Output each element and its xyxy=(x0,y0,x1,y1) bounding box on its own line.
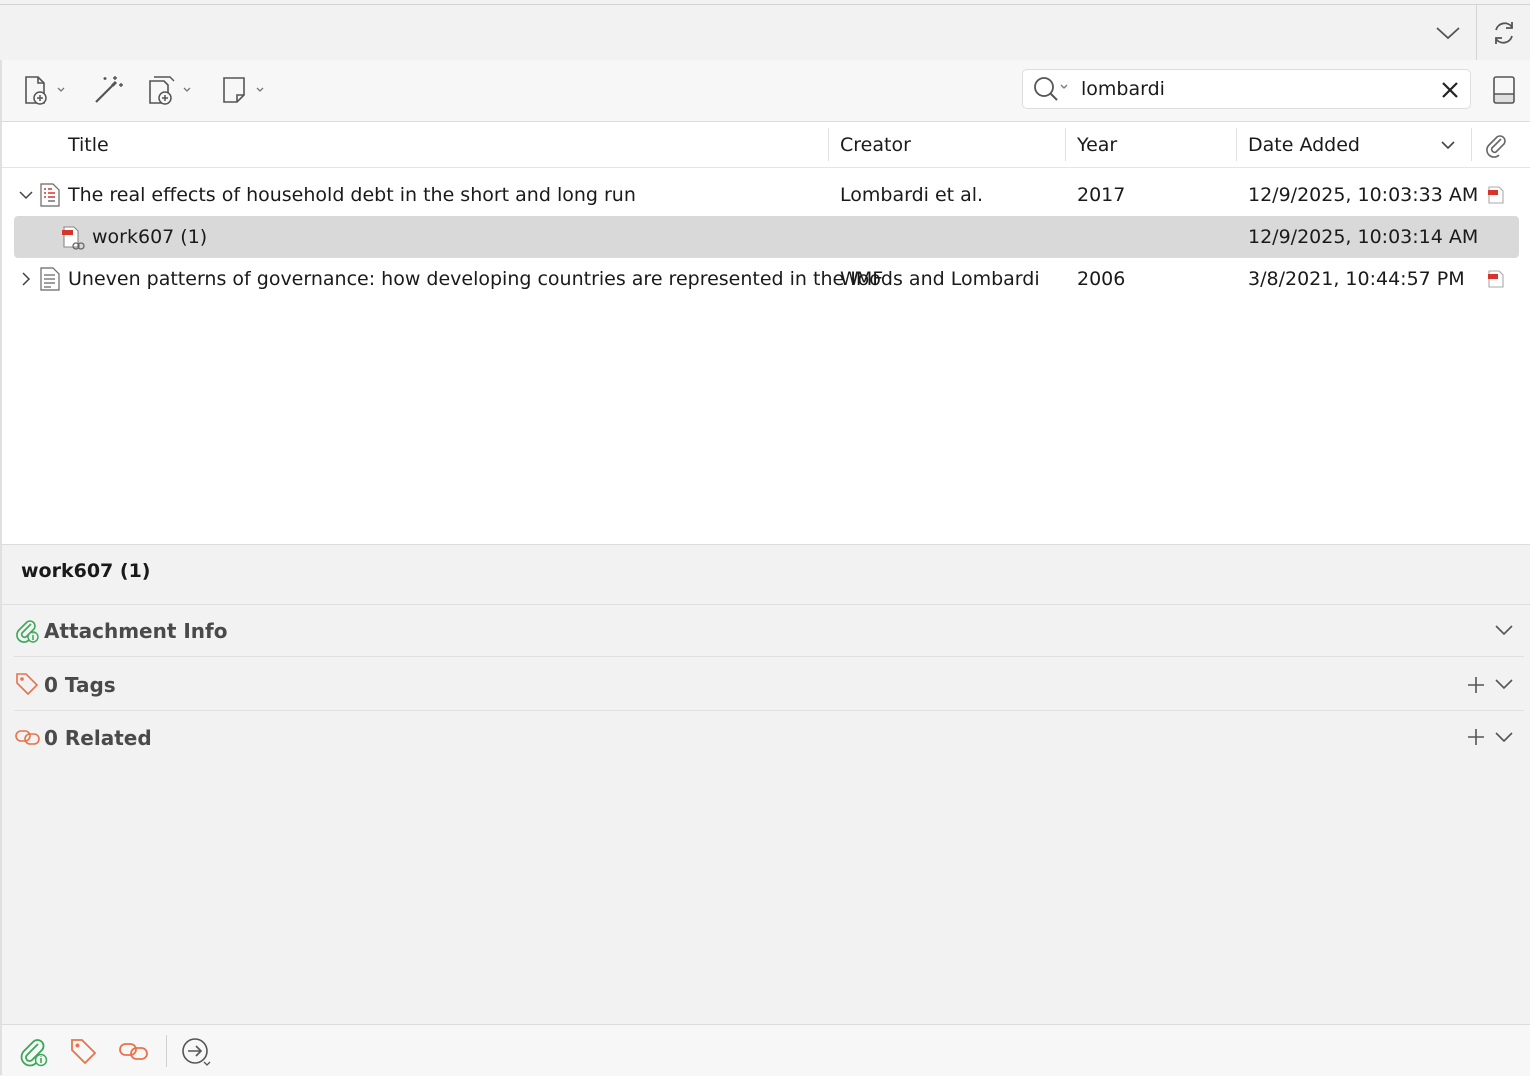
chevron-down-icon[interactable] xyxy=(1492,727,1516,747)
column-header: Title Creator Year Date Added xyxy=(2,122,1530,168)
item-pane-sidenav xyxy=(2,1024,1530,1076)
new-item-icon xyxy=(25,76,65,105)
attachment-info-icon[interactable] xyxy=(16,1036,50,1068)
item-pane: work607 (1) Attachment Info 0 Tags 0 Rel… xyxy=(2,545,1530,1023)
sort-chevron-icon[interactable] xyxy=(1438,135,1458,155)
row-date-added: 12/9/2025, 10:03:14 AM xyxy=(1248,226,1479,248)
attachment-info-label: Attachment Info xyxy=(44,619,228,643)
row-year: 2006 xyxy=(1077,268,1126,290)
add-attachment-icon xyxy=(149,76,191,105)
chevron-down-icon[interactable] xyxy=(16,186,36,204)
items-toolbar xyxy=(2,60,1530,122)
pdf-attachment-icon[interactable] xyxy=(1484,268,1508,290)
row-title: Uneven patterns of governance: how devel… xyxy=(68,268,884,290)
clear-search-button[interactable] xyxy=(1437,78,1463,102)
item-pane-title: work607 (1) xyxy=(21,560,151,582)
row-date-added: 3/8/2021, 10:44:57 PM xyxy=(1248,268,1465,290)
new-item-button[interactable] xyxy=(20,72,70,108)
table-row[interactable]: The real effects of household debt in th… xyxy=(2,174,1530,216)
row-creator: Lombardi et al. xyxy=(840,184,984,206)
related-icon xyxy=(14,725,42,749)
tags-icon[interactable] xyxy=(66,1035,100,1067)
add-by-identifier-button[interactable] xyxy=(90,72,126,108)
tag-icon xyxy=(14,671,40,697)
table-row-selected[interactable]: work607 (1) 12/9/2025, 10:03:14 AM xyxy=(14,216,1519,258)
column-creator[interactable]: Creator xyxy=(840,134,911,156)
title-bar xyxy=(0,4,1530,61)
row-title: work607 (1) xyxy=(92,226,208,248)
toggle-item-pane-button[interactable] xyxy=(1486,72,1522,108)
pdf-attachment-icon[interactable] xyxy=(1484,184,1508,206)
report-item-icon xyxy=(38,182,62,208)
column-date-added[interactable]: Date Added xyxy=(1248,134,1360,156)
add-tag-plus-icon[interactable] xyxy=(1464,673,1488,697)
row-date-added: 12/9/2025, 10:03:33 AM xyxy=(1248,184,1479,206)
new-note-button[interactable] xyxy=(218,72,270,108)
add-related-plus-icon[interactable] xyxy=(1464,725,1488,749)
pdf-link-icon xyxy=(60,225,86,251)
search-icon xyxy=(1034,77,1068,101)
divider xyxy=(14,656,1524,657)
divider xyxy=(166,1035,167,1067)
magic-wand-icon xyxy=(95,76,123,103)
column-year[interactable]: Year xyxy=(1077,134,1117,156)
row-year: 2017 xyxy=(1077,184,1126,206)
related-icon[interactable] xyxy=(116,1036,152,1066)
related-label: 0 Related xyxy=(44,726,152,750)
sync-icon[interactable] xyxy=(1486,15,1522,51)
divider xyxy=(14,710,1524,711)
new-note-icon xyxy=(223,77,264,103)
chevron-down-icon[interactable] xyxy=(1492,620,1516,640)
close-icon xyxy=(1442,82,1458,98)
attachments-column-icon[interactable] xyxy=(1482,131,1510,159)
divider xyxy=(2,604,1530,605)
column-title[interactable]: Title xyxy=(68,134,109,156)
chevron-down-icon[interactable] xyxy=(1492,674,1516,694)
divider xyxy=(1476,5,1477,60)
search-mode-button[interactable] xyxy=(1029,74,1073,104)
column-divider[interactable] xyxy=(1065,128,1066,161)
locate-icon[interactable] xyxy=(178,1035,214,1069)
attachment-info-section[interactable]: Attachment Info xyxy=(14,610,1524,650)
column-divider[interactable] xyxy=(1471,128,1472,161)
add-attachment-button[interactable] xyxy=(142,72,196,108)
attachment-info-icon xyxy=(14,618,40,644)
column-divider[interactable] xyxy=(1236,128,1237,161)
tags-section[interactable]: 0 Tags xyxy=(14,664,1524,704)
chevron-right-icon[interactable] xyxy=(16,270,36,288)
item-pane-icon xyxy=(1493,76,1515,104)
related-section[interactable]: 0 Related xyxy=(14,717,1524,757)
table-row[interactable]: Uneven patterns of governance: how devel… xyxy=(2,258,1530,300)
search-input[interactable] xyxy=(1081,76,1421,102)
document-item-icon xyxy=(38,266,62,292)
tags-label: 0 Tags xyxy=(44,673,116,697)
search-box xyxy=(1022,69,1471,109)
row-title: The real effects of household debt in th… xyxy=(68,184,636,206)
row-creator: Woods and Lombardi xyxy=(840,268,1040,290)
items-tree: Title Creator Year Date Added The real e… xyxy=(2,122,1530,545)
collapse-chevron-icon[interactable] xyxy=(1430,17,1466,49)
column-divider[interactable] xyxy=(828,128,829,161)
